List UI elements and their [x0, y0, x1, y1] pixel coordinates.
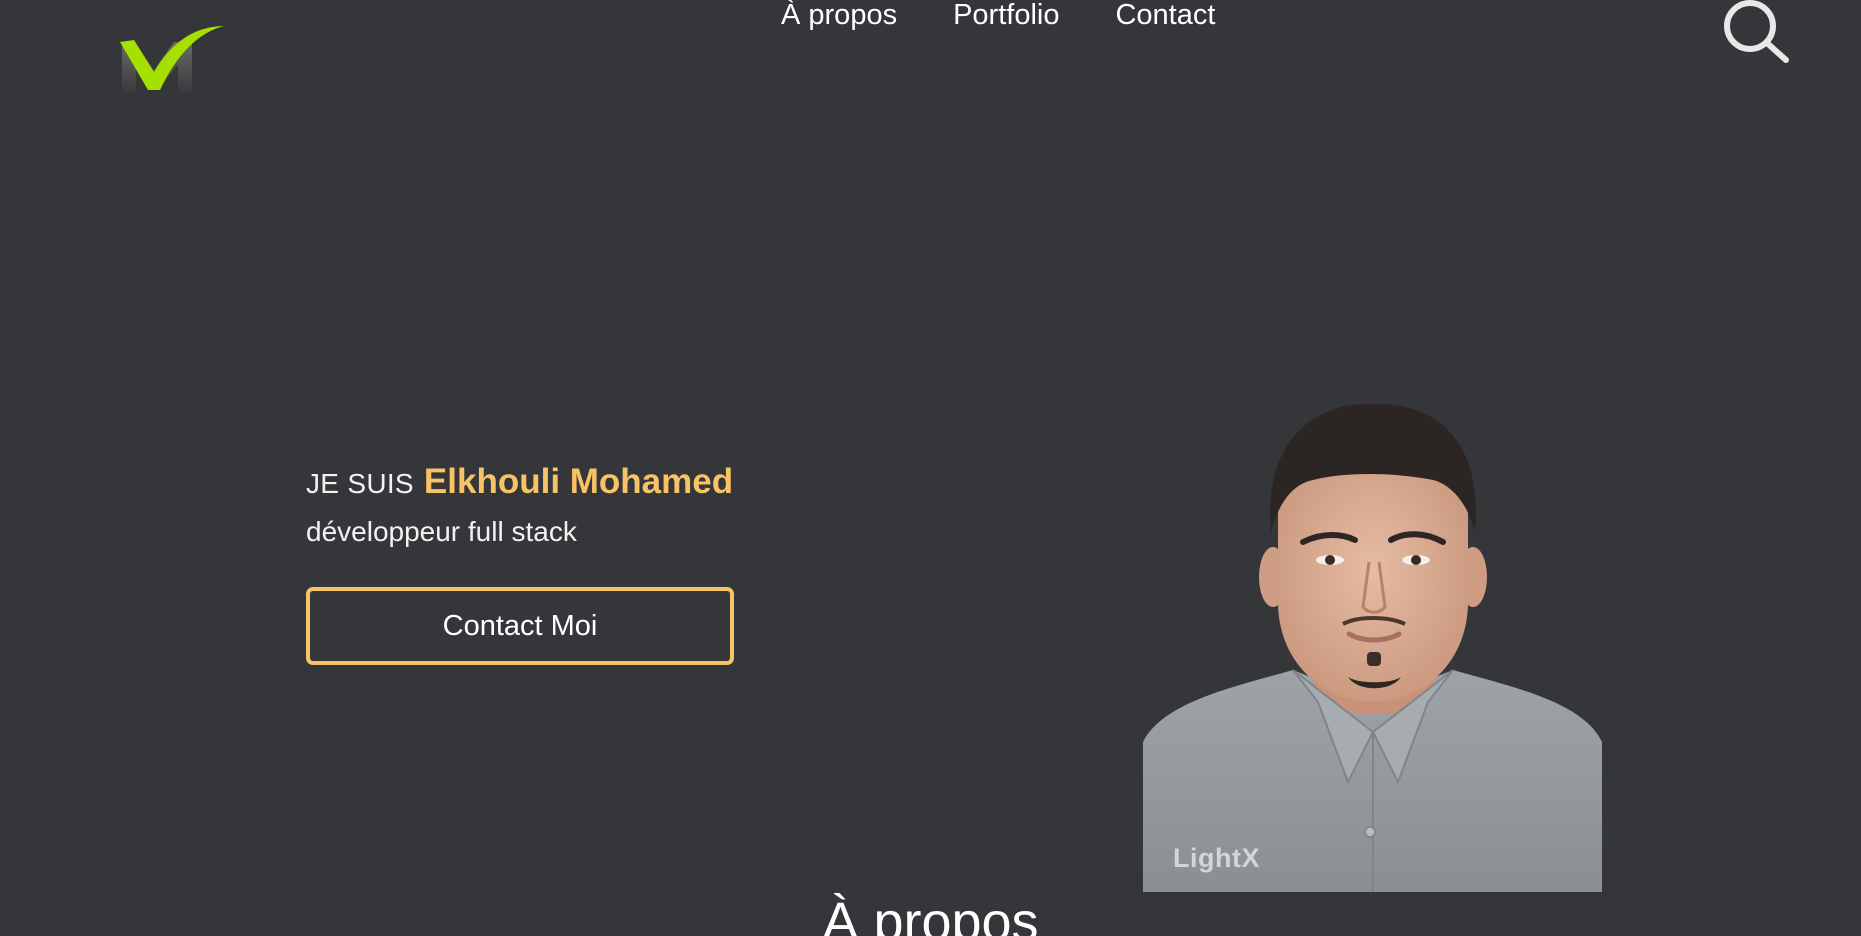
intro-prefix: JE SUIS — [306, 468, 414, 499]
page: À propos Portfolio Contact JE SUIS Elkho… — [0, 0, 1861, 936]
checkmark-m-logo-icon[interactable] — [120, 22, 226, 94]
search-icon[interactable] — [1720, 0, 1792, 64]
hero-intro: JE SUIS Elkhouli Mohamed développeur ful… — [306, 462, 806, 548]
intro-line: JE SUIS Elkhouli Mohamed — [306, 462, 806, 502]
main-nav: À propos Portfolio Contact — [781, 0, 1215, 34]
hero-name: Elkhouli Mohamed — [423, 462, 734, 501]
portrait-illustration — [1143, 403, 1602, 892]
contact-me-button[interactable]: Contact Moi — [306, 587, 734, 665]
profile-photo: LightX — [1143, 402, 1602, 892]
nav-link-a-propos[interactable]: À propos — [781, 0, 897, 30]
section-title-a-propos: À propos — [822, 892, 1039, 936]
hero-role: développeur full stack — [306, 516, 577, 547]
photo-watermark: LightX — [1173, 843, 1260, 873]
nav-link-contact[interactable]: Contact — [1115, 0, 1215, 30]
nav-link-portfolio[interactable]: Portfolio — [953, 0, 1059, 30]
